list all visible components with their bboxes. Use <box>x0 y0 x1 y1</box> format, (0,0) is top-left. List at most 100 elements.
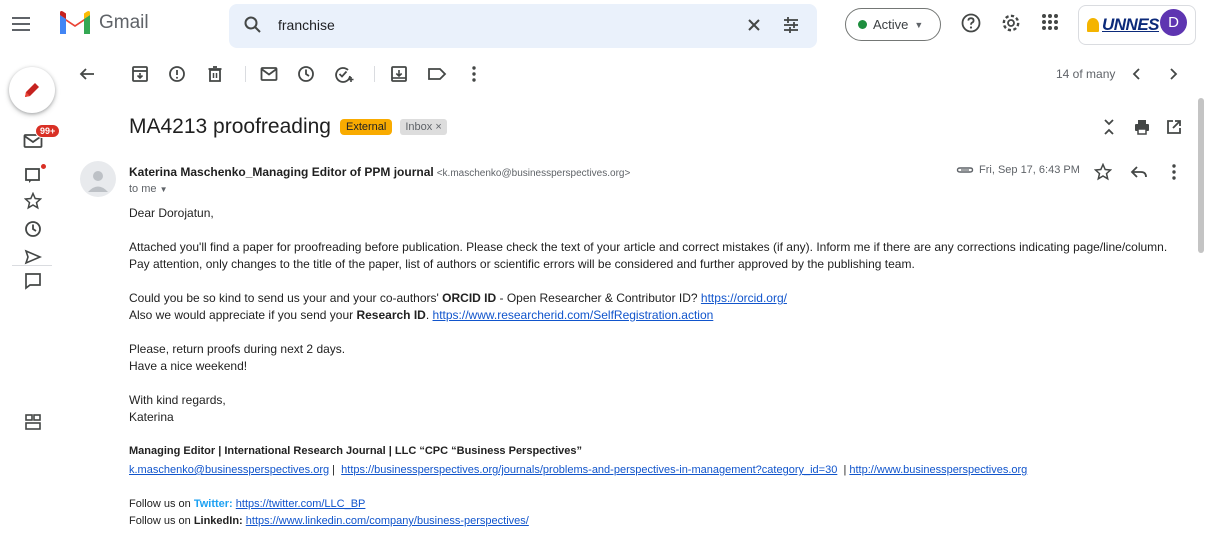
sender-email: <k.maschenko@businessperspectives.org> <box>436 168 631 179</box>
more-vertical-icon[interactable] <box>464 64 484 84</box>
newer-chevron-left-icon[interactable] <box>1127 64 1147 84</box>
search-options-icon[interactable] <box>781 15 801 40</box>
sender-line: Katerina Maschenko_Managing Editor of PP… <box>129 165 630 179</box>
linkedin-link[interactable]: https://www.linkedin.com/company/busines… <box>246 515 529 527</box>
signature-title: Managing Editor | International Research… <box>129 445 582 457</box>
status-label: Active <box>873 17 909 32</box>
star-icon[interactable] <box>23 191 43 211</box>
mark-unread-icon[interactable] <box>259 64 279 84</box>
toolbar-divider <box>245 66 246 82</box>
unread-count-badge: 99+ <box>35 124 61 138</box>
pagination-count: 14 of many <box>1056 67 1116 81</box>
message-date-row: Fri, Sep 17, 6:43 PM <box>956 164 1080 176</box>
label-icon[interactable] <box>427 64 447 84</box>
move-to-icon[interactable] <box>389 64 409 84</box>
add-task-icon[interactable] <box>334 64 354 84</box>
app-name: Gmail <box>99 12 149 33</box>
email-link[interactable]: k.maschenko@businessperspectives.org <box>129 464 329 476</box>
external-label: External <box>339 119 393 135</box>
send-icon[interactable] <box>23 247 43 267</box>
org-logo: UNNES <box>1102 15 1160 34</box>
gear-icon[interactable] <box>1000 12 1022 39</box>
caret-down-icon: ▼ <box>159 185 168 194</box>
sidebar-divider <box>12 265 52 266</box>
person-icon <box>88 171 108 192</box>
follow-text: Follow us on <box>129 498 194 510</box>
sidebar: 99+ <box>0 52 64 537</box>
scrollbar[interactable] <box>1198 98 1204 253</box>
org-logo-mark-icon <box>1087 18 1099 32</box>
gmail-m-icon <box>60 11 90 34</box>
collapse-all-icon[interactable] <box>1099 117 1119 137</box>
orcid-bold: ORCID ID <box>442 291 497 305</box>
journal-link[interactable]: https://businessperspectives.org/journal… <box>341 464 837 476</box>
recipients-toggle[interactable]: to me ▼ <box>129 183 168 195</box>
clock-icon[interactable] <box>23 219 43 239</box>
chevron-down-icon: ▼ <box>914 19 924 30</box>
research-id-request: Also we would appreciate if you send you… <box>129 307 1189 324</box>
research-id-text-2: . <box>425 308 433 322</box>
active-status-dot <box>858 20 867 29</box>
signature-name: Katerina <box>129 410 174 424</box>
twitter-line: Follow us on Twitter: https://twitter.co… <box>129 496 1189 513</box>
back-arrow-icon[interactable] <box>77 64 97 84</box>
avatar[interactable]: D <box>1160 9 1187 36</box>
remove-label-icon[interactable]: × <box>435 121 441 133</box>
report-spam-icon[interactable] <box>167 64 187 84</box>
research-id-text: Also we would appreciate if you send you… <box>129 308 357 322</box>
message-body: Dear Dorojatun, Attached you'll find a p… <box>129 205 1189 530</box>
twitter-link[interactable]: https://twitter.com/LLC_BP <box>236 498 366 510</box>
subject-row: MA4213 proofreading External Inbox × <box>129 113 447 141</box>
linkedin-label: LinkedIn: <box>193 515 243 527</box>
orcid-text-2: - Open Researcher & Contributor ID? <box>496 291 701 305</box>
search-bar[interactable]: franchise <box>229 4 817 48</box>
compose-button[interactable] <box>9 67 55 113</box>
top-bar: Gmail franchise Active ▼ UNNES D <box>0 0 1205 52</box>
pencil-icon <box>25 83 39 97</box>
search-input[interactable]: franchise <box>278 17 335 33</box>
meet-icon[interactable] <box>23 412 43 432</box>
star-icon[interactable] <box>1093 162 1113 182</box>
message-toolbar: 14 of many <box>64 52 1205 96</box>
orcid-request: Could you be so kind to send us your and… <box>129 290 1189 307</box>
gmail-logo[interactable]: Gmail <box>58 10 149 36</box>
chat-icon[interactable] <box>23 271 43 291</box>
recipient-text: to me <box>129 183 157 195</box>
more-vertical-icon[interactable] <box>1164 162 1184 182</box>
notification-dot <box>40 163 47 170</box>
status-button[interactable]: Active ▼ <box>845 8 941 41</box>
signature-links: k.maschenko@businessperspectives.org | h… <box>129 464 1028 476</box>
archive-icon[interactable] <box>130 64 150 84</box>
search-icon[interactable] <box>243 15 263 40</box>
body-paragraph: Have a nice weekend! <box>129 359 248 373</box>
sender-avatar[interactable] <box>80 161 116 197</box>
attachment-icon <box>956 167 974 173</box>
inbox-label-text: Inbox <box>405 121 433 133</box>
email-subject: MA4213 proofreading <box>129 115 331 138</box>
body-paragraph: Pay attention, only changes to the title… <box>129 257 915 271</box>
researcherid-link[interactable]: https://www.researcherid.com/SelfRegistr… <box>433 308 714 322</box>
clear-search-icon[interactable] <box>744 15 764 40</box>
sender-name[interactable]: Katerina Maschenko_Managing Editor of PP… <box>129 165 434 179</box>
follow-text: Follow us on <box>129 515 194 527</box>
greeting: Dear Dorojatun, <box>129 206 214 220</box>
trash-icon[interactable] <box>205 64 225 84</box>
body-paragraph: Attached you'll find a paper for proofre… <box>129 240 1168 254</box>
main-menu-icon[interactable] <box>9 12 33 36</box>
linkedin-line: Follow us on LinkedIn: https://www.linke… <box>129 513 1189 530</box>
research-id-bold: Research ID <box>356 308 426 322</box>
help-icon[interactable] <box>960 12 982 39</box>
open-new-window-icon[interactable] <box>1164 117 1184 137</box>
body-paragraph: Please, return proofs during next 2 days… <box>129 342 346 356</box>
message-date: Fri, Sep 17, 6:43 PM <box>979 164 1080 176</box>
inbox-label[interactable]: Inbox × <box>400 119 447 135</box>
toolbar-divider <box>374 66 375 82</box>
orcid-link[interactable]: https://orcid.org/ <box>701 291 787 305</box>
website-link[interactable]: http://www.businessperspectives.org <box>849 464 1027 476</box>
apps-grid-icon[interactable] <box>1040 12 1060 37</box>
reply-icon[interactable] <box>1129 162 1149 182</box>
older-chevron-right-icon[interactable] <box>1163 64 1183 84</box>
snooze-clock-icon[interactable] <box>296 64 316 84</box>
twitter-label: Twitter: <box>193 498 233 510</box>
print-icon[interactable] <box>1132 117 1152 137</box>
